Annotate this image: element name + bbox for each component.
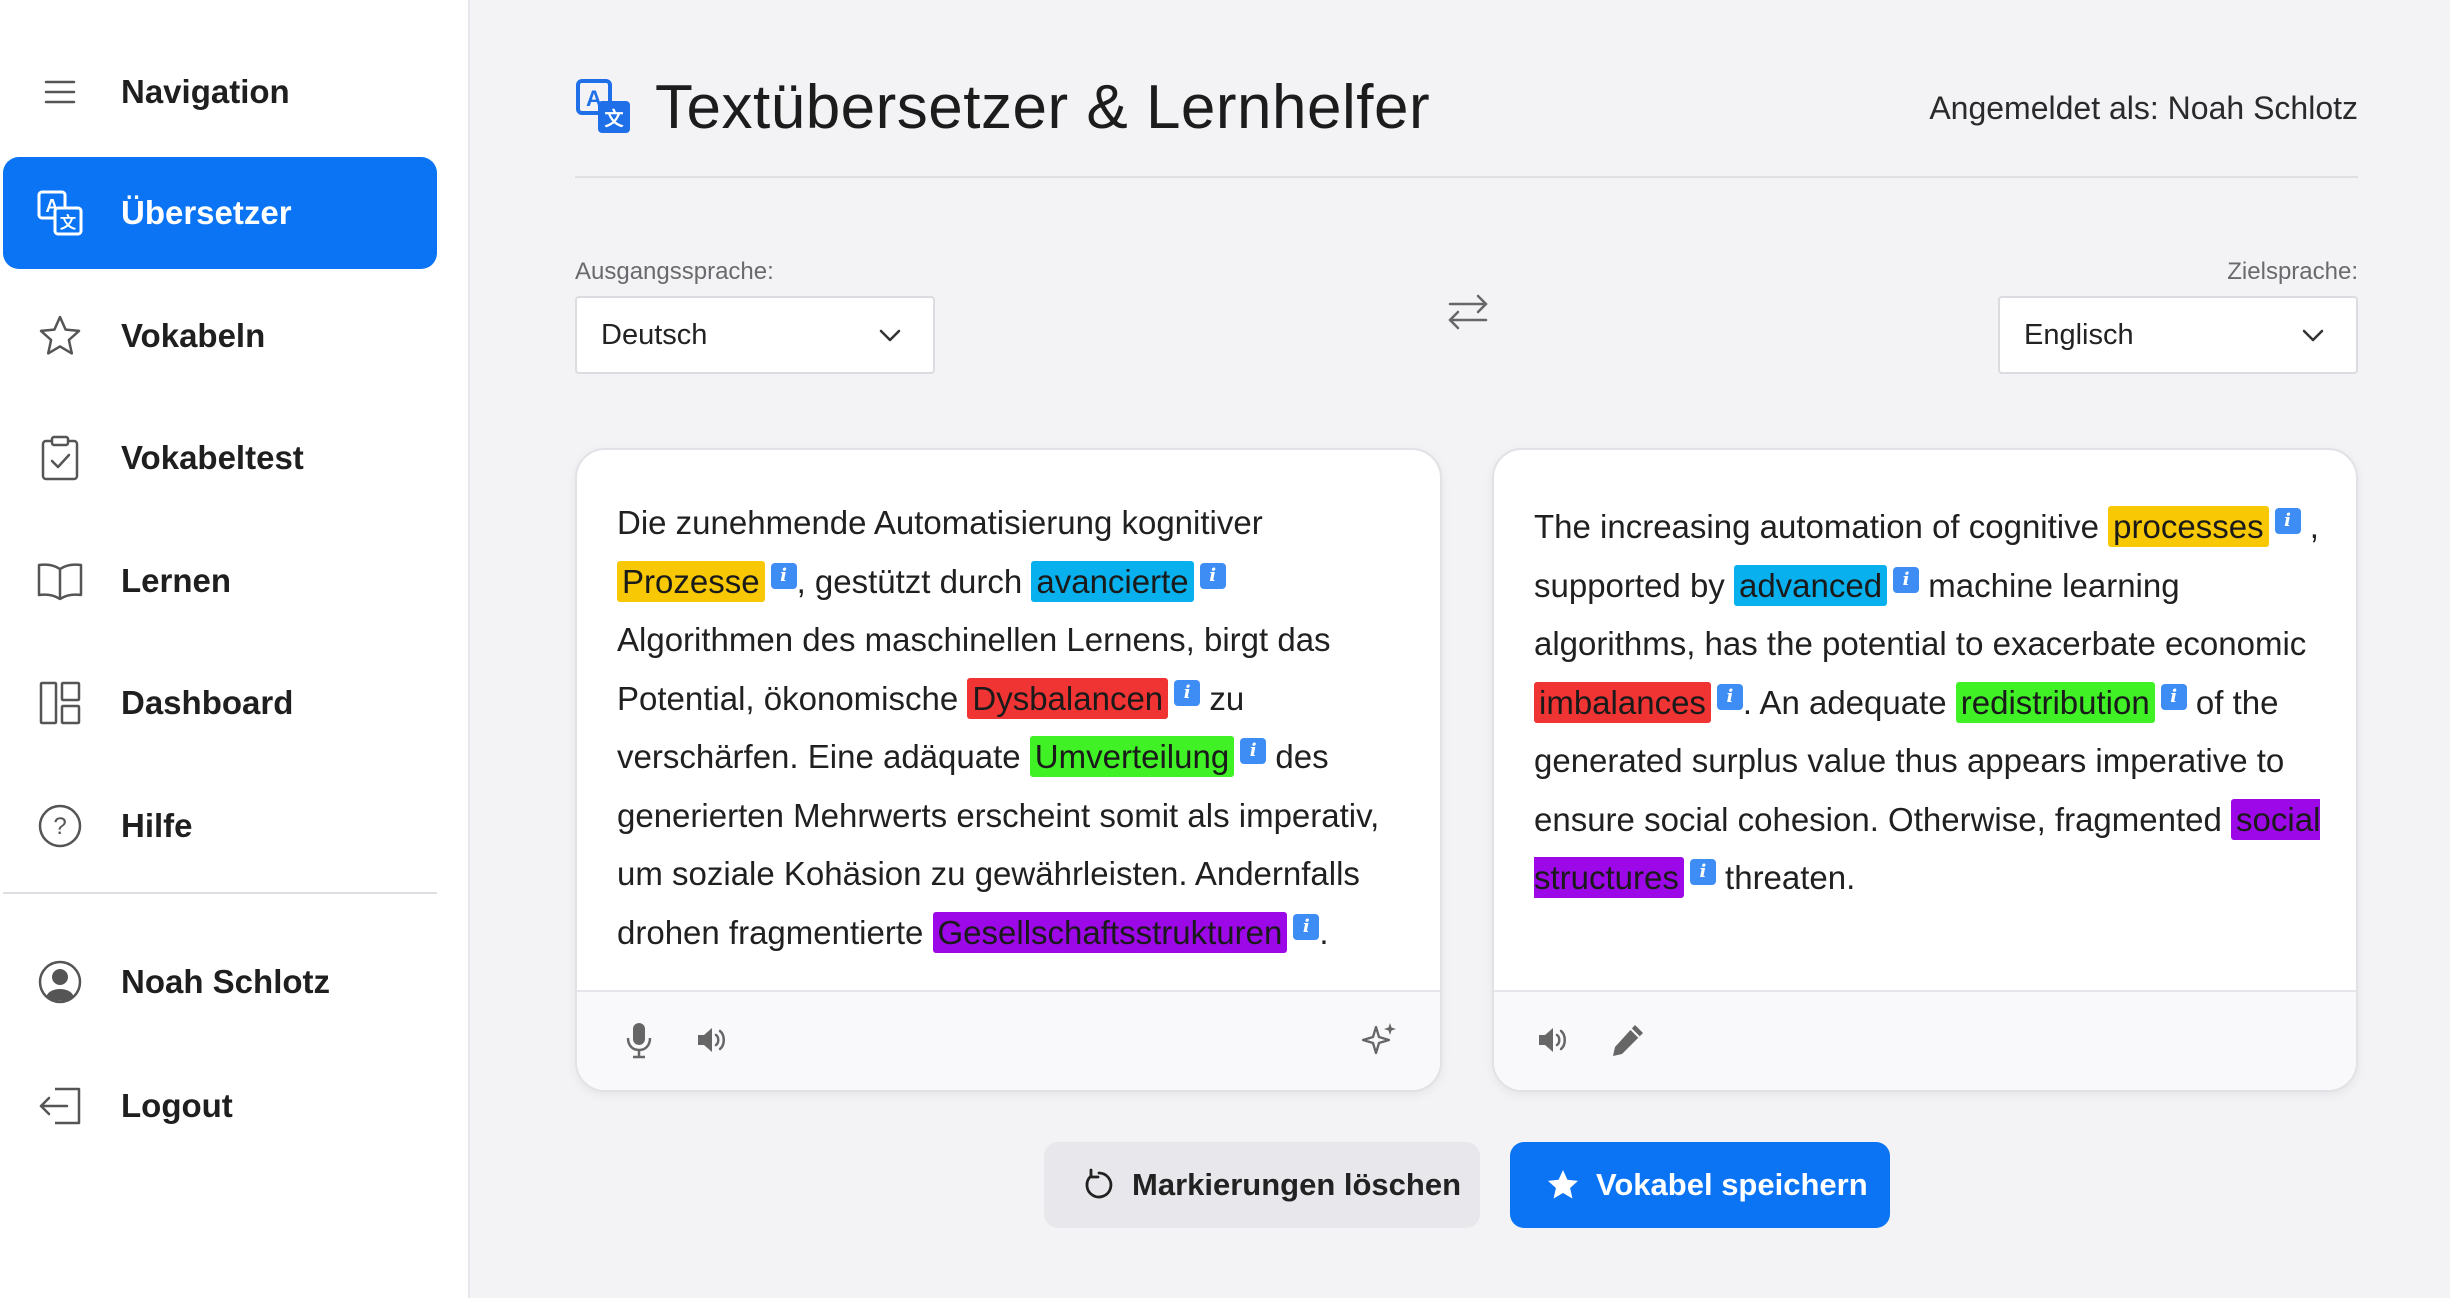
- target-panel-toolbar: [1494, 990, 2356, 1090]
- sidebar-item-label: Vokabeln: [121, 317, 266, 354]
- svg-text:文: 文: [604, 107, 624, 130]
- info-icon[interactable]: i: [1293, 913, 1320, 940]
- chevron-down-icon: [2298, 320, 2328, 350]
- svg-text:?: ?: [53, 813, 66, 840]
- info-icon[interactable]: i: [1240, 738, 1267, 764]
- source-language-select[interactable]: Deutsch: [575, 296, 935, 374]
- highlight-word[interactable]: Prozesse: [617, 560, 765, 602]
- target-language-label: Zielsprache:: [2227, 258, 2358, 285]
- sidebar-item-lernen[interactable]: Lernen: [3, 525, 437, 637]
- source-language-value: Deutsch: [601, 318, 708, 351]
- save-vocabulary-button[interactable]: Vokabel speichern: [1510, 1142, 1890, 1228]
- sidebar-item-label: Lernen: [121, 562, 232, 599]
- highlight-word[interactable]: Umverteilung: [1029, 736, 1235, 777]
- source-text-panel: Die zunehmende Automatisierung kognitive…: [575, 448, 1442, 1092]
- clear-highlights-button[interactable]: Markierungen löschen: [1044, 1142, 1480, 1228]
- translate-icon: A文: [36, 189, 84, 237]
- swap-languages-icon[interactable]: [1444, 288, 1492, 336]
- sidebar-item-label: Noah Schlotz: [121, 963, 331, 1000]
- info-icon[interactable]: i: [1199, 562, 1226, 589]
- star-icon: [36, 312, 84, 360]
- sidebar-item-navigation[interactable]: Navigation: [3, 36, 437, 148]
- speaker-icon[interactable]: [690, 1018, 734, 1062]
- highlight-word[interactable]: imbalances: [1534, 681, 1711, 723]
- speaker-icon[interactable]: [1531, 1018, 1575, 1062]
- text-segment: Die zunehmende Automatisierung kognitive…: [617, 504, 1263, 541]
- chevron-down-icon: [875, 320, 905, 350]
- sidebar-item-dashboard[interactable]: Dashboard: [3, 647, 437, 759]
- reset-icon: [1082, 1168, 1116, 1202]
- sidebar-item-label: Vokabeltest: [121, 439, 304, 476]
- highlight-word[interactable]: redistribution: [1955, 681, 2155, 723]
- logged-in-user: Angemeldet als: Noah Schlotz: [1929, 90, 2358, 126]
- sidebar-item-hilfe[interactable]: ? Hilfe: [3, 770, 437, 882]
- text-segment: threaten.: [1715, 859, 1856, 896]
- text-segment: .: [1319, 913, 1329, 951]
- highlight-word[interactable]: Gesellschaftsstrukturen: [932, 911, 1288, 953]
- info-icon[interactable]: i: [1689, 859, 1716, 885]
- sidebar-item-label: Logout: [121, 1087, 233, 1124]
- target-language-select[interactable]: Englisch: [1998, 296, 2358, 374]
- text-segment: , gestützt durch: [796, 562, 1032, 600]
- text-segment: . An adequate: [1742, 683, 1956, 721]
- sidebar-item-logout[interactable]: Logout: [3, 1050, 437, 1162]
- text-segment: The increasing automation of cognitive: [1534, 508, 2109, 545]
- sidebar-item-label: Dashboard: [121, 684, 294, 721]
- sidebar-item-vokabeln[interactable]: Vokabeln: [3, 280, 437, 392]
- svg-text:文: 文: [60, 213, 77, 232]
- source-panel-toolbar: [577, 990, 1440, 1090]
- source-text[interactable]: Die zunehmende Automatisierung kognitive…: [617, 494, 1406, 962]
- target-language-value: Englisch: [2024, 318, 2134, 351]
- highlight-word[interactable]: advanced: [1733, 564, 1888, 606]
- pencil-icon[interactable]: [1606, 1018, 1650, 1062]
- book-icon: [36, 557, 84, 605]
- microphone-icon[interactable]: [617, 1018, 661, 1062]
- source-language-label: Ausgangssprache:: [575, 258, 774, 285]
- save-vocabulary-label: Vokabel speichern: [1596, 1167, 1868, 1202]
- sidebar-divider: [3, 892, 437, 894]
- user-icon: [36, 958, 84, 1006]
- info-icon[interactable]: i: [1174, 679, 1201, 706]
- highlight-word[interactable]: avancierte: [1031, 560, 1194, 602]
- clipboard-check-icon: [36, 434, 84, 482]
- logout-icon: [36, 1082, 84, 1130]
- page-header: A文 Textübersetzer & Lernhelfer Angemelde…: [575, 60, 2358, 178]
- page-title: Textübersetzer & Lernhelfer: [655, 73, 1431, 142]
- highlight-word[interactable]: Dysbalancen: [967, 677, 1169, 719]
- sidebar-item-profile[interactable]: Noah Schlotz: [3, 926, 437, 1038]
- info-icon[interactable]: i: [1716, 683, 1743, 710]
- translated-text[interactable]: The increasing automation of cognitive p…: [1534, 498, 2322, 908]
- sidebar-item-label: Übersetzer: [121, 194, 292, 231]
- info-icon[interactable]: i: [2274, 508, 2301, 534]
- sparkles-icon[interactable]: [1357, 1018, 1401, 1062]
- star-icon: [1546, 1168, 1580, 1202]
- sidebar-item-label: Hilfe: [121, 807, 193, 844]
- target-text-panel: The increasing automation of cognitive p…: [1492, 448, 2358, 1092]
- info-icon[interactable]: i: [1893, 566, 1920, 593]
- sidebar-item-vokabeltest[interactable]: Vokabeltest: [3, 402, 437, 514]
- dashboard-icon: [36, 679, 84, 727]
- info-icon[interactable]: i: [2160, 683, 2187, 710]
- menu-icon: [36, 68, 84, 116]
- sidebar-item-uebersetzer[interactable]: A文 Übersetzer: [3, 157, 437, 269]
- sidebar: Navigation A文 Übersetzer Vokabeln Vokabe…: [0, 0, 470, 1298]
- sidebar-item-label: Navigation: [121, 73, 290, 110]
- app-translate-icon: A文: [575, 78, 633, 136]
- clear-highlights-label: Markierungen löschen: [1132, 1167, 1462, 1202]
- highlight-word[interactable]: processes: [2108, 506, 2269, 547]
- info-icon[interactable]: i: [770, 562, 797, 589]
- help-icon: ?: [36, 802, 84, 850]
